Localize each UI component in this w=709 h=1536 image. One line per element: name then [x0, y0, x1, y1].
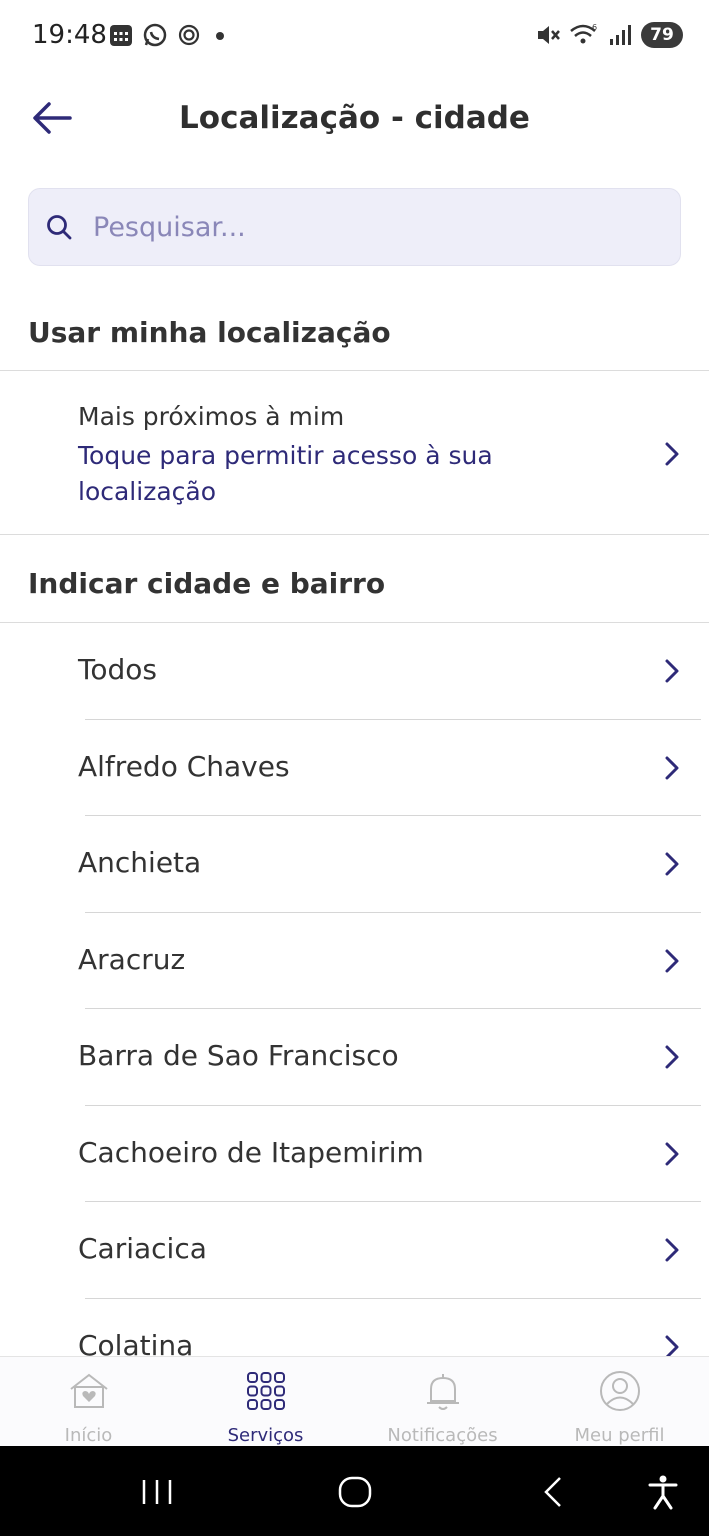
nav-label: Meu perfil — [574, 1425, 665, 1446]
status-left-icons — [108, 22, 230, 48]
chevron-right-icon — [665, 852, 679, 876]
chevron-right-icon — [665, 949, 679, 972]
accessibility-icon[interactable] — [646, 1474, 680, 1510]
home-icon[interactable] — [336, 1474, 374, 1510]
city-item-todos[interactable]: Todos — [0, 623, 709, 720]
recent-apps-icon[interactable] — [138, 1474, 176, 1510]
battery-icon: 79 — [641, 22, 683, 48]
chevron-right-icon — [665, 1045, 679, 1069]
nav-item-notificacoes[interactable]: Notificações — [354, 1357, 531, 1447]
wifi-icon: 6 — [570, 23, 597, 44]
city-label: Cariacica — [78, 1232, 207, 1265]
dot-icon — [216, 32, 224, 40]
divider — [0, 534, 709, 535]
city-item-cariacica[interactable]: Cariacica — [0, 1202, 709, 1299]
location-item-title: Mais próximos à mim — [78, 402, 345, 431]
chevron-right-icon — [665, 442, 679, 466]
city-item-cachoeiro-de-itapemirim[interactable]: Cachoeiro de Itapemirim — [0, 1106, 709, 1202]
status-right-icons: 6 79 — [535, 22, 683, 48]
nav-item-inicio[interactable]: Início — [0, 1357, 177, 1447]
home-heart-icon — [69, 1373, 108, 1408]
location-item-subtitle: Toque para permitir acesso à sua localiz… — [78, 441, 493, 506]
openai-icon — [178, 24, 200, 46]
city-item-anchieta[interactable]: Anchieta — [0, 816, 709, 913]
svg-text:6: 6 — [592, 23, 597, 32]
city-label: Aracruz — [78, 942, 186, 976]
calendar-icon — [110, 25, 132, 46]
city-item-alfredo-chaves[interactable]: Alfredo Chaves — [0, 720, 709, 816]
city-label: Colatina — [78, 1328, 194, 1357]
app-header: Localização - cidade — [0, 80, 709, 160]
city-list: Todos Alfredo Chaves Anchieta Aracruz Ba… — [0, 623, 709, 1356]
city-item-barra-de-sao-francisco[interactable]: Barra de Sao Francisco — [0, 1009, 709, 1106]
whatsapp-icon — [143, 23, 167, 47]
page-title: Localização - cidade — [179, 100, 530, 136]
chevron-right-icon — [665, 659, 679, 683]
user-icon — [599, 1371, 640, 1411]
system-nav-bar — [0, 1446, 709, 1536]
bell-icon — [426, 1374, 459, 1410]
chevron-right-icon — [665, 1335, 679, 1356]
nav-label: Notificações — [387, 1425, 498, 1446]
city-label: Barra de Sao Francisco — [78, 1039, 399, 1072]
nav-item-meu-perfil[interactable]: Meu perfil — [531, 1357, 708, 1447]
section-title-city: Indicar cidade e bairro — [28, 567, 386, 600]
nav-label: Serviços — [227, 1425, 304, 1446]
search-icon — [45, 213, 73, 241]
city-item-colatina[interactable]: Colatina — [0, 1299, 709, 1357]
nav-label: Início — [64, 1425, 113, 1446]
chevron-right-icon — [665, 756, 679, 779]
mute-icon — [538, 26, 560, 44]
status-bar: 19:48 6 79 — [0, 0, 709, 76]
search-input[interactable] — [93, 211, 653, 243]
city-label: Alfredo Chaves — [78, 749, 290, 783]
chevron-right-icon — [665, 1238, 679, 1262]
back-nav-icon[interactable] — [538, 1474, 570, 1510]
bottom-nav: Início Serviços Notificações Meu perfil — [0, 1356, 709, 1446]
battery-level: 79 — [650, 25, 674, 45]
city-label: Anchieta — [78, 846, 202, 879]
section-title-location: Usar minha localização — [28, 316, 391, 349]
city-label: Todos — [78, 653, 157, 686]
city-item-aracruz[interactable]: Aracruz — [0, 913, 709, 1009]
nav-item-servicos[interactable]: Serviços — [177, 1357, 354, 1447]
use-location-item[interactable]: Mais próximos à mim Toque para permitir … — [0, 372, 709, 534]
chevron-right-icon — [665, 1142, 679, 1165]
search-box[interactable] — [28, 188, 681, 266]
status-time: 19:48 — [32, 20, 107, 50]
signal-icon — [610, 25, 631, 45]
divider — [0, 370, 709, 371]
city-label: Cachoeiro de Itapemirim — [78, 1135, 424, 1169]
grid-icon — [246, 1372, 285, 1410]
